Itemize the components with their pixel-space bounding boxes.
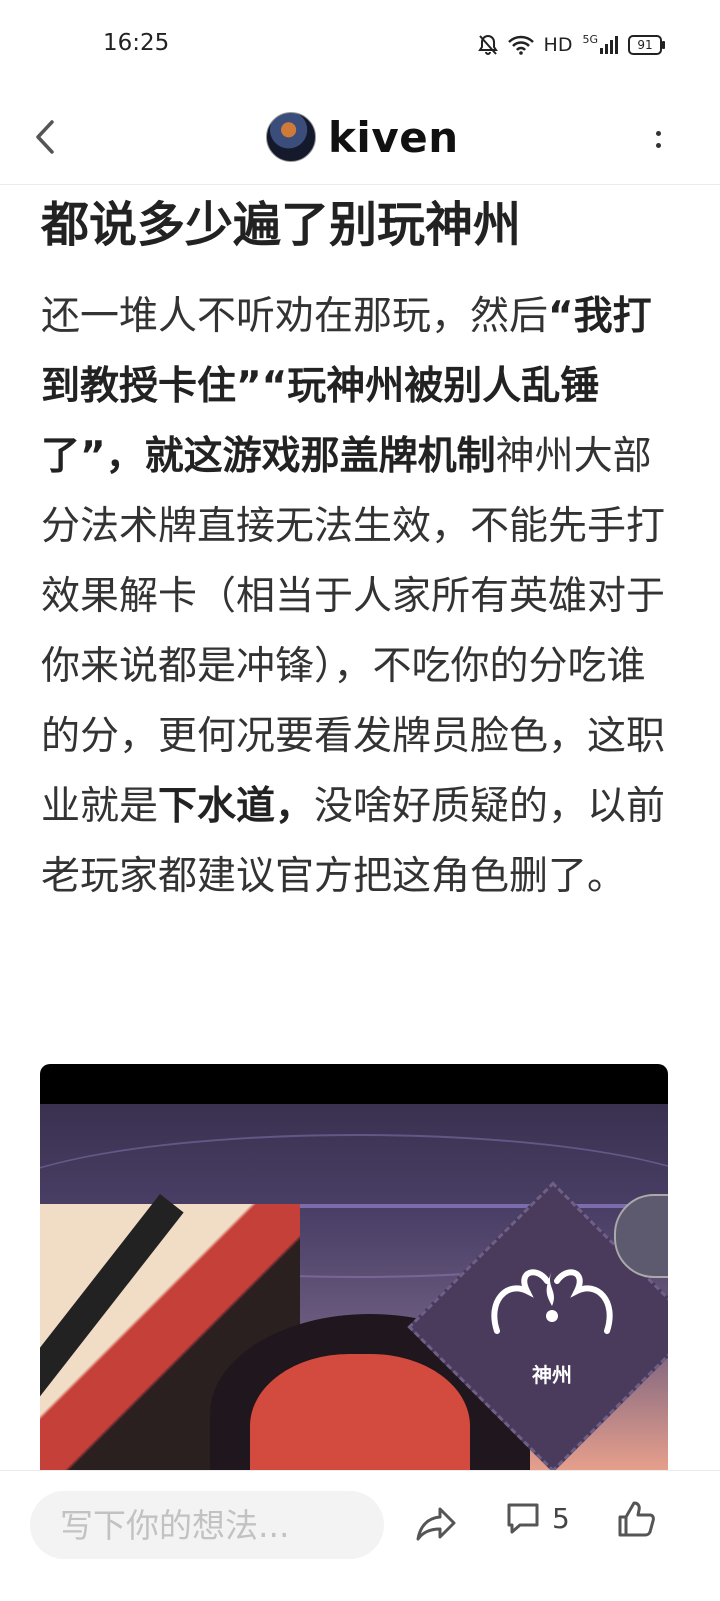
dragon-emblem-icon (491, 1268, 613, 1334)
signal-bars-icon (600, 36, 618, 54)
back-icon[interactable] (28, 112, 68, 162)
emblem-label: 神州 (532, 1362, 572, 1387)
network-label: HD (543, 34, 573, 56)
post-body: 还一堆人不听劝在那玩，然后“我打到教授卡住”“玩神州被别人乱锤了”，就这游戏那盖… (41, 282, 669, 912)
signal-type-label: 5G (582, 32, 598, 46)
comment-button[interactable]: 5 (504, 1499, 570, 1537)
status-bar: 16:25 HD 5G 91 (0, 0, 720, 92)
emblem-content: 神州 (464, 1236, 640, 1412)
post-title: 都说多少遍了别玩神州 (41, 197, 522, 253)
comment-input[interactable] (30, 1491, 384, 1559)
thumbs-up-icon[interactable] (614, 1497, 658, 1541)
battery-icon: 91 (628, 35, 665, 55)
body-segment: 还一堆人不听劝在那玩，然后 (41, 294, 549, 339)
author-name[interactable]: kiven (328, 113, 459, 162)
comment-icon[interactable] (504, 1499, 542, 1537)
post-header: kiven (0, 92, 720, 185)
author-info[interactable]: kiven (266, 104, 459, 170)
status-icons: HD 5G 91 (477, 32, 665, 58)
body-segment: 神州大部分法术牌直接无法生效，不能先手打效果解卡（相当于人家所有英雄对于你来说都… (41, 434, 666, 829)
body-segment-bold: 下水道， (158, 784, 315, 829)
post-image[interactable]: 神州 (40, 1064, 668, 1472)
comment-count: 5 (552, 1501, 570, 1535)
status-time: 16:25 (103, 30, 170, 56)
bell-off-icon (477, 34, 498, 55)
share-icon[interactable] (414, 1501, 458, 1545)
wifi-icon (507, 35, 534, 55)
bottom-action-bar: 5 (0, 1470, 720, 1601)
avatar[interactable] (266, 112, 316, 162)
character-hair-highlight (250, 1354, 470, 1472)
more-options-icon[interactable] (650, 114, 666, 164)
